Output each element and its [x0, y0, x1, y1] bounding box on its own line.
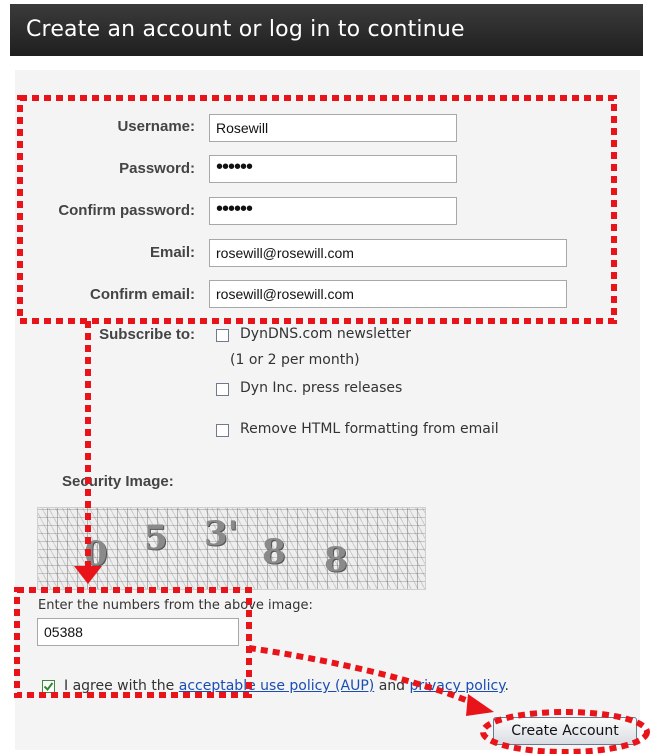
checkmark-icon — [43, 682, 54, 692]
remove-html-checkbox[interactable] — [216, 424, 229, 437]
confirm-email-field[interactable]: rosewill@rosewill.com — [209, 280, 567, 308]
password-field[interactable]: •••••• — [209, 155, 457, 183]
remove-html-option-label: Remove HTML formatting from email — [240, 421, 499, 437]
confirm-email-label: Confirm email: — [89, 286, 195, 303]
press-releases-option-label: Dyn Inc. press releases — [240, 380, 403, 396]
captcha-image: 0 5 3' 8 8 — [37, 507, 426, 590]
newsletter-checkbox[interactable] — [216, 329, 229, 342]
confirm-password-label: Confirm password: — [58, 202, 195, 219]
agree-text-after: . — [504, 678, 509, 694]
captcha-digit: 3' — [204, 514, 239, 554]
page-header: Create an account or log in to continue — [10, 4, 643, 56]
create-account-button[interactable]: Create Account — [493, 717, 637, 745]
security-image-label: Security Image: — [62, 473, 174, 490]
privacy-policy-link[interactable]: privacy policy — [409, 678, 504, 694]
username-field[interactable]: Rosewill — [209, 114, 457, 142]
newsletter-option-label: DynDNS.com newsletter — [240, 326, 411, 342]
agree-text-before: I agree with the — [64, 678, 175, 694]
email-field[interactable]: rosewill@rosewill.com — [209, 239, 567, 267]
confirm-password-field[interactable]: •••••• — [209, 197, 457, 225]
captcha-prompt: Enter the numbers from the above image: — [38, 598, 313, 613]
captcha-digit: 5 — [144, 518, 168, 558]
agree-checkbox[interactable] — [42, 680, 55, 693]
agree-text: I agree with the acceptable use policy (… — [64, 678, 509, 694]
newsletter-frequency-note: (1 or 2 per month) — [230, 352, 360, 368]
password-label: Password: — [119, 160, 195, 177]
agree-text-middle: and — [378, 678, 406, 694]
page-title: Create an account or log in to continue — [26, 17, 465, 42]
subscribe-label: Subscribe to: — [99, 326, 195, 343]
email-label: Email: — [149, 244, 195, 261]
captcha-digit: 0 — [84, 534, 108, 574]
captcha-digit: 8 — [324, 540, 348, 580]
username-label: Username: — [117, 118, 195, 135]
captcha-input[interactable]: 05388 — [37, 618, 239, 646]
press-releases-checkbox[interactable] — [216, 383, 229, 396]
captcha-digit: 8 — [262, 532, 286, 572]
aup-link[interactable]: acceptable use policy (AUP) — [179, 678, 374, 694]
